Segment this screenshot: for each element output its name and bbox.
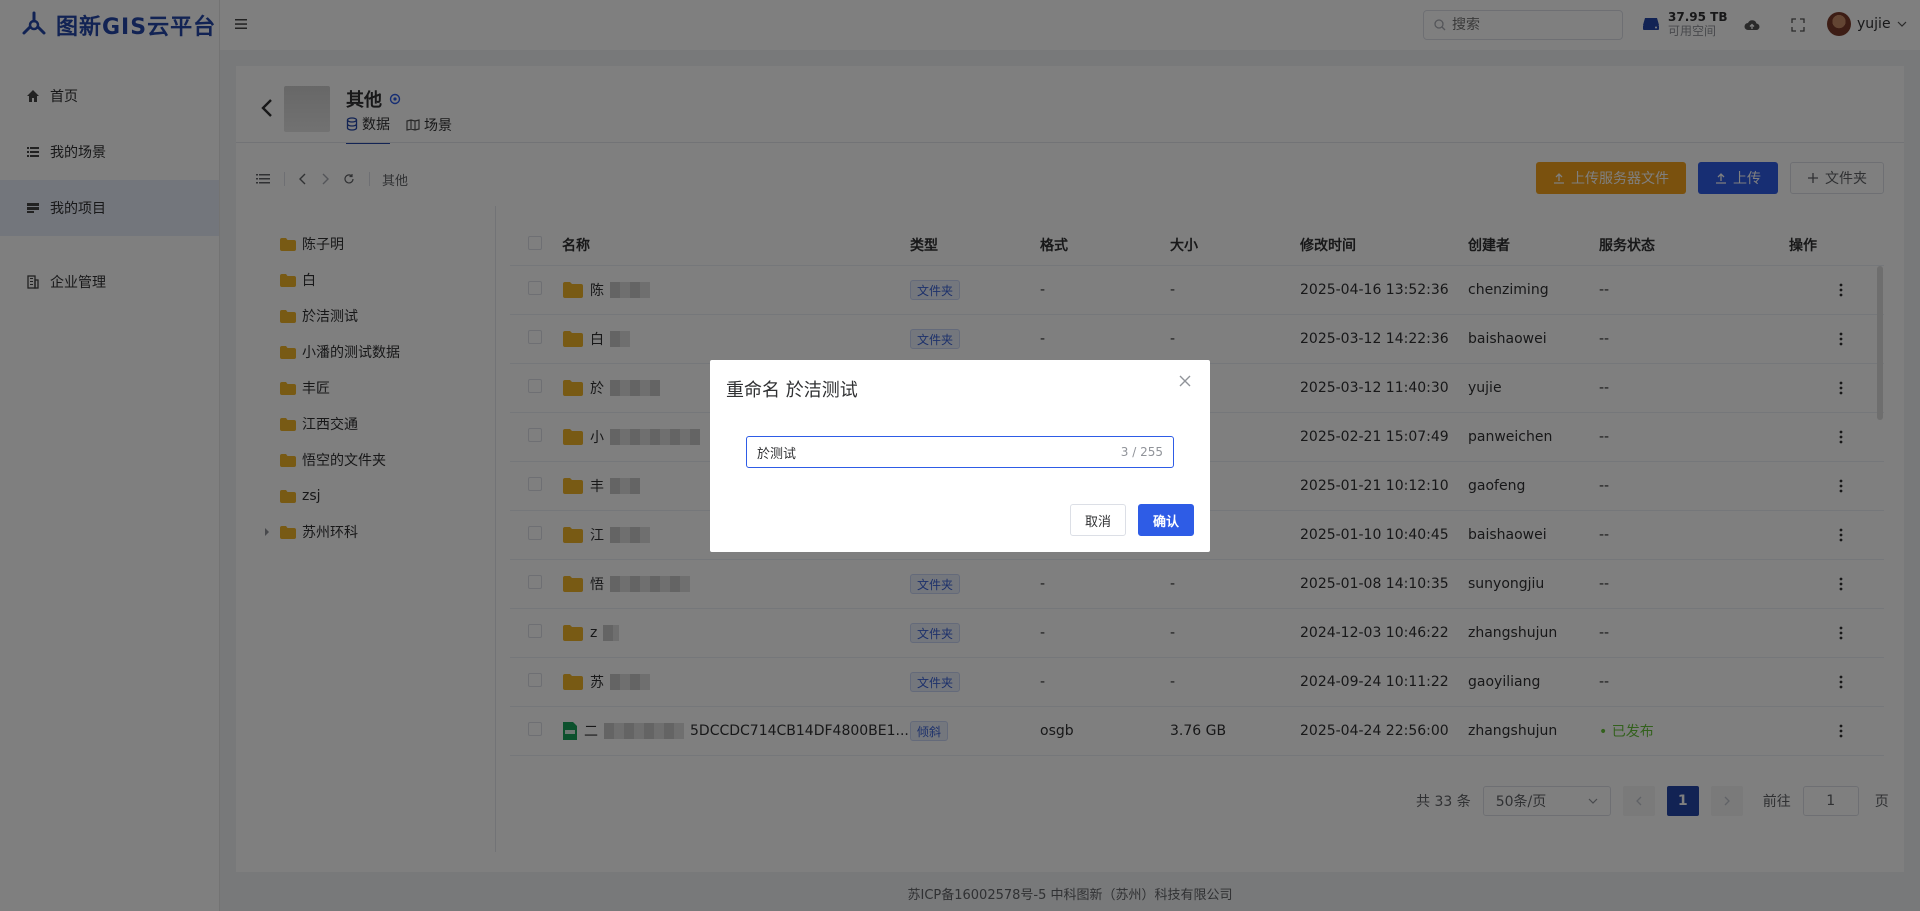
confirm-button[interactable]: 确认 xyxy=(1137,504,1194,536)
close-icon[interactable] xyxy=(1178,374,1192,388)
rename-field[interactable]: 3 / 255 xyxy=(746,436,1174,468)
cancel-button[interactable]: 取消 xyxy=(1069,504,1126,536)
char-counter: 3 / 255 xyxy=(1120,445,1163,459)
dialog-title: 重命名 於洁测试 xyxy=(726,380,858,401)
rename-dialog: 重命名 於洁测试 3 / 255 取消 确认 xyxy=(710,360,1210,552)
rename-input[interactable] xyxy=(757,444,1121,460)
